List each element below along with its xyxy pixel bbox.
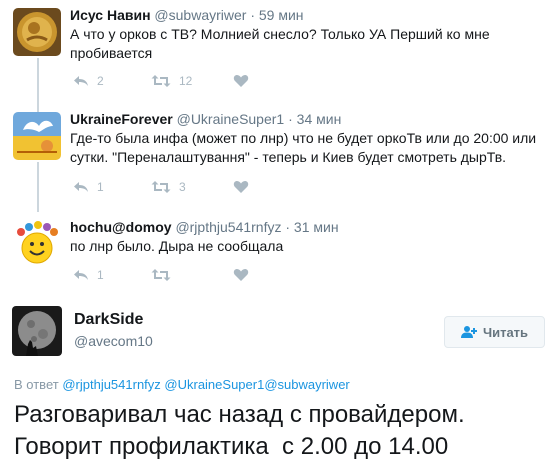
display-name[interactable]: UkraineForever — [70, 111, 173, 127]
reply-tweet[interactable]: hochu@domoy @rjpthju541rnfyz · 31 мин по… — [0, 218, 547, 298]
timestamp[interactable]: · 59 мин — [250, 7, 303, 23]
retweet-count: 3 — [179, 180, 186, 194]
tweet-text: Разговаривал час назад с провайдером. Го… — [14, 401, 472, 460]
like-button[interactable] — [233, 268, 249, 282]
retweet-button[interactable] — [151, 268, 233, 282]
heart-icon — [233, 268, 249, 281]
reply-count: 2 — [97, 74, 104, 88]
add-user-icon — [460, 326, 477, 338]
user-handle[interactable]: @UkraineSuper1 — [177, 111, 285, 127]
reply-context: В ответ @rjpthju541rnfyz @UkraineSuper1@… — [14, 377, 350, 392]
reply-count: 1 — [97, 180, 104, 194]
reply-icon — [74, 76, 88, 86]
tweet-text: Где-то была инфа (может по лнр) что не б… — [70, 130, 537, 165]
reply-tweet[interactable]: UkraineForever @UkraineSuper1 · 34 мин Г… — [0, 110, 547, 202]
timestamp[interactable]: · 31 мин — [285, 219, 338, 235]
display-name[interactable]: DarkSide — [74, 311, 143, 329]
user-handle[interactable]: @subwayriwer — [154, 7, 246, 23]
tweet-header: Исус Навин @subwayriwer · 59 мин — [70, 6, 304, 24]
retweet-button[interactable]: 12 — [151, 74, 233, 88]
avatar[interactable] — [13, 8, 61, 56]
follow-label: Читать — [482, 324, 529, 340]
retweet-count: 12 — [179, 74, 193, 88]
like-button[interactable] — [233, 180, 249, 194]
tweet-actions: 1 3 — [73, 178, 249, 196]
reply-button[interactable]: 2 — [73, 74, 151, 88]
reply-count: 1 — [97, 268, 104, 282]
retweet-icon — [151, 181, 171, 193]
reply-icon — [74, 182, 88, 192]
avatar[interactable] — [13, 220, 61, 268]
follow-button[interactable]: Читать — [444, 316, 545, 348]
heart-icon — [233, 74, 249, 87]
display-name[interactable]: hochu@domoy — [70, 219, 172, 235]
tweet-actions: 2 12 — [73, 72, 249, 90]
retweet-button[interactable]: 3 — [151, 180, 233, 194]
reply-icon — [74, 270, 88, 280]
reply-to-prefix: В ответ — [14, 377, 59, 392]
timestamp[interactable]: · 34 мин — [288, 111, 341, 127]
retweet-icon — [151, 269, 171, 281]
user-handle[interactable]: @avecom10 — [74, 333, 153, 349]
tweet-text: по лнр было. Дыра не сообщала — [70, 238, 284, 254]
retweet-icon — [151, 75, 171, 87]
like-button[interactable] — [233, 74, 249, 88]
reply-to-mentions[interactable]: @rjpthju541rnfyz @UkraineSuper1@subwayri… — [62, 377, 349, 392]
user-handle[interactable]: @rjpthju541rnfyz — [175, 219, 281, 235]
avatar[interactable] — [12, 306, 62, 356]
tweet-header: hochu@domoy @rjpthju541rnfyz · 31 мин — [70, 218, 339, 236]
display-name[interactable]: Исус Навин — [70, 7, 151, 23]
tweet-actions: 1 — [73, 266, 249, 284]
tweet-header: UkraineForever @UkraineSuper1 · 34 мин — [70, 110, 341, 128]
reply-button[interactable]: 1 — [73, 180, 151, 194]
avatar[interactable] — [13, 112, 61, 160]
tweet-text: А что у орков с ТВ? Молнией снесло? Толь… — [70, 26, 490, 61]
reply-button[interactable]: 1 — [73, 268, 151, 282]
heart-icon — [233, 180, 249, 193]
reply-tweet[interactable]: Исус Навин @subwayriwer · 59 мин А что у… — [0, 6, 547, 98]
